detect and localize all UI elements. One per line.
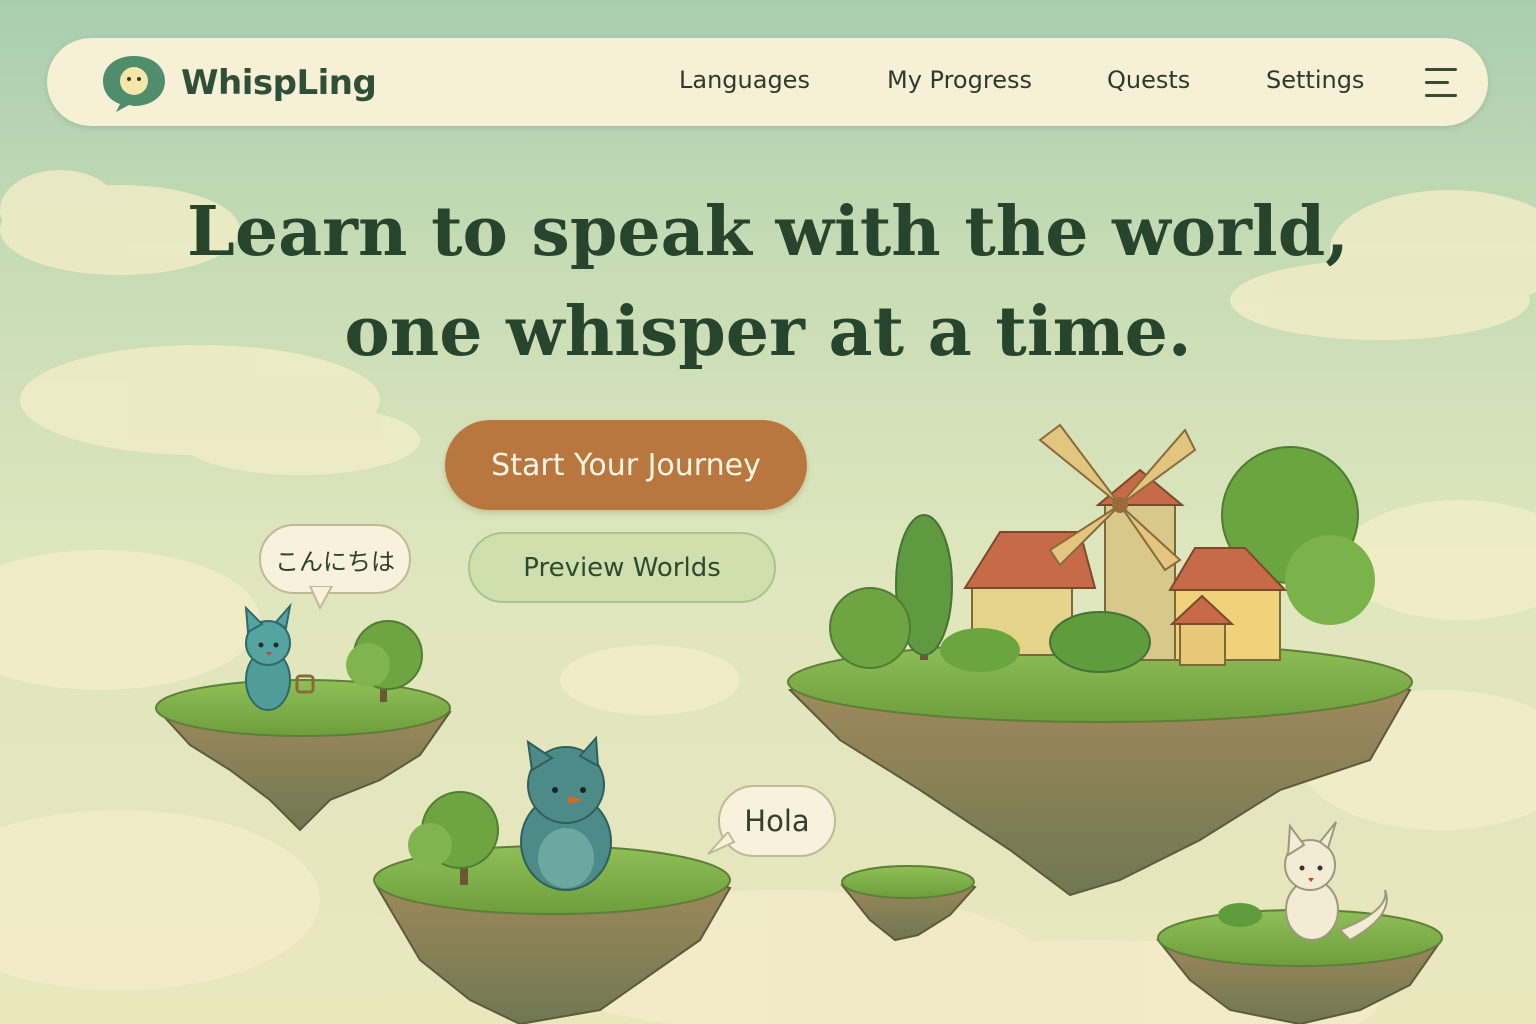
speech-bubble-logo-icon	[103, 56, 165, 112]
menu-line	[1425, 81, 1449, 84]
logo[interactable]: WhispLing	[99, 52, 377, 114]
top-navbar: WhispLing Languages My Progress Quests S…	[47, 38, 1488, 126]
menu-line	[1425, 94, 1457, 97]
start-journey-button[interactable]: Start Your Journey	[445, 420, 807, 510]
nav-settings[interactable]: Settings	[1266, 66, 1364, 94]
floating-island-village	[787, 423, 1413, 897]
hero-headline: Learn to speak with the world, one whisp…	[100, 182, 1436, 382]
speech-bubble-tail	[308, 586, 334, 610]
nav-quests[interactable]: Quests	[1107, 66, 1190, 94]
brand-name: WhispLing	[181, 63, 377, 103]
hamburger-menu-icon[interactable]	[1425, 68, 1457, 98]
headline-line-2: one whisper at a time.	[344, 292, 1192, 372]
preview-worlds-button[interactable]: Preview Worlds	[468, 532, 776, 603]
speech-bubble-japanese: こんにちは	[259, 524, 411, 594]
speech-bubble-tail	[707, 832, 736, 855]
background-illustration	[0, 170, 1536, 1024]
nav-languages[interactable]: Languages	[679, 66, 810, 94]
headline-line-1: Learn to speak with the world,	[187, 192, 1349, 272]
nav-my-progress[interactable]: My Progress	[887, 66, 1032, 94]
menu-line	[1425, 68, 1457, 71]
